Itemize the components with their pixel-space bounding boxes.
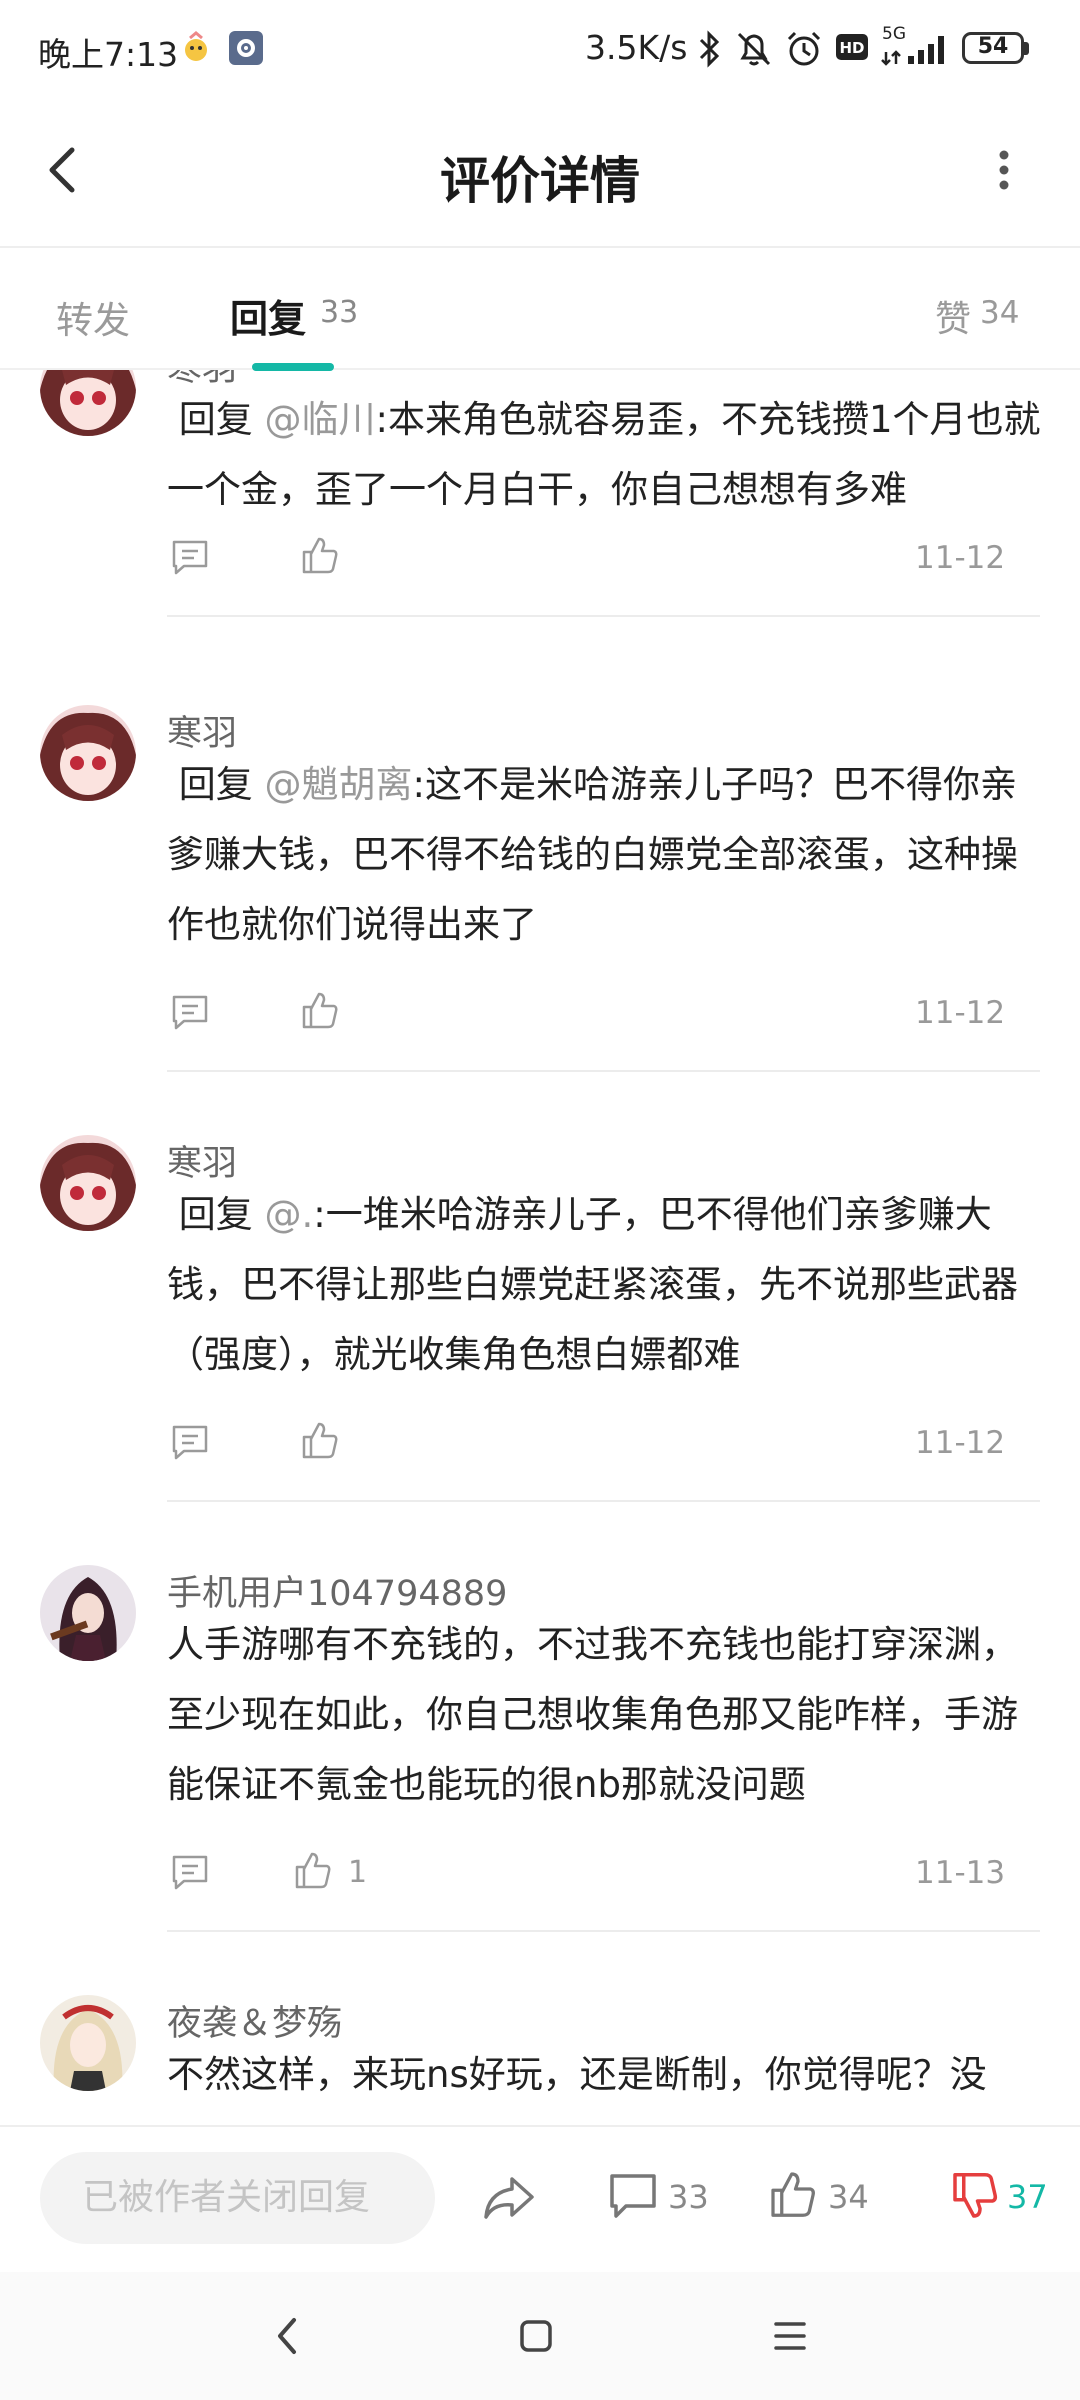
- mention-link[interactable]: @临川: [265, 398, 376, 441]
- comment-username[interactable]: 寒羽: [167, 1135, 237, 1186]
- comment-icon[interactable]: [170, 537, 210, 577]
- reply-input-disabled: 已被作者关闭回复: [40, 2152, 435, 2244]
- comment-username[interactable]: 夜袭＆梦殇: [167, 1995, 342, 2046]
- more-vertical-icon: [999, 150, 1009, 190]
- comment-icon[interactable]: [170, 1852, 210, 1892]
- like-count: 1: [348, 1855, 368, 1890]
- comment-date: 11-12: [915, 540, 1006, 576]
- reply-prefix: 回复: [178, 1193, 253, 1236]
- comment-text: 回复 @魈胡离:这不是米哈游亲儿子吗？巴不得你亲爹赚大钱，巴不得不给钱的白嫖党全…: [167, 750, 1047, 960]
- comment-username[interactable]: 手机用户104794889: [167, 1565, 507, 1616]
- mention-link[interactable]: @.: [265, 1193, 314, 1236]
- comment-date: 11-12: [915, 1425, 1006, 1461]
- comment-date: 11-12: [915, 995, 1006, 1031]
- comment-divider: [167, 1070, 1040, 1072]
- battery-tip: [1024, 42, 1029, 55]
- like-icon[interactable]: [300, 990, 340, 1030]
- comment-divider: [167, 1500, 1040, 1502]
- tab-likes-count: 34: [980, 295, 1020, 331]
- more-button[interactable]: [984, 140, 1024, 200]
- battery-level: 54: [977, 34, 1009, 59]
- comment-item: 手机用户104794889 人手游哪有不充钱的，不过我不充钱也能打穿深渊，至少现…: [0, 1565, 1080, 1995]
- like-total: 34: [828, 2178, 869, 2216]
- status-time: 晚上7:13: [38, 35, 179, 74]
- comment-list[interactable]: 寒羽 回复 @临川:本来角色就容易歪，不充钱攒1个月也就一个金，歪了一个月白干，…: [0, 370, 1080, 2125]
- hd-icon: HD: [836, 34, 868, 60]
- comment-icon[interactable]: [170, 992, 210, 1032]
- comment-divider: [167, 615, 1040, 617]
- reply-prefix: 回复: [178, 763, 253, 806]
- like-icon[interactable]: [300, 1420, 340, 1460]
- share-icon[interactable]: [482, 2173, 536, 2223]
- comment-total: 33: [668, 2178, 709, 2216]
- comment-username[interactable]: 寒羽: [167, 705, 237, 756]
- tab-likes-label: 赞: [935, 299, 972, 340]
- user-avatar[interactable]: [40, 1995, 136, 2091]
- comment-text: 回复 @临川:本来角色就容易歪，不充钱攒1个月也就一个金，歪了一个月白干，你自己…: [167, 385, 1047, 525]
- comment-date: 11-13: [915, 1855, 1006, 1891]
- nav-menu-icon[interactable]: [768, 2314, 812, 2358]
- comment-body: 不然这样，来玩ns好玩，还是断制，你觉得呢？没: [167, 2053, 987, 2096]
- comment-item: 夜袭＆梦殇 不然这样，来玩ns好玩，还是断制，你觉得呢？没: [0, 1995, 1080, 2125]
- tab-bar: 转发 回复 33 赞 34: [0, 248, 1080, 371]
- like-icon[interactable]: [293, 1850, 333, 1890]
- cell-signal-icon: [881, 36, 944, 66]
- nav-back-icon[interactable]: [268, 2312, 308, 2360]
- user-avatar[interactable]: [40, 370, 136, 436]
- thumbs-down-icon: [953, 2173, 998, 2218]
- user-avatar[interactable]: [40, 1565, 136, 1661]
- tab-reply-label: 回复: [230, 297, 307, 341]
- avatar-image: [40, 1565, 136, 1661]
- comment-text: 回复 @.:一堆米哈游亲儿子，巴不得他们亲爹赚大钱，巴不得让那些白嫖党赶紧滚蛋，…: [167, 1180, 1047, 1390]
- mute-bell-icon: [737, 32, 771, 66]
- app-header: 评价详情: [0, 96, 1080, 248]
- reply-prefix: 回复: [178, 398, 253, 441]
- comment-divider: [167, 1930, 1040, 1932]
- comment-item: 寒羽 回复 @.:一堆米哈游亲儿子，巴不得他们亲爹赚大钱，巴不得让那些白嫖党赶紧…: [0, 1135, 1080, 1565]
- avatar-image: [40, 705, 136, 801]
- comment-body: 人手游哪有不充钱的，不过我不充钱也能打穿深渊，至少现在如此，你自己想收集角色那又…: [167, 1623, 1018, 1806]
- network-speed: 3.5K/s: [585, 28, 688, 67]
- page-title: 评价详情: [440, 152, 640, 210]
- comment-icon[interactable]: [170, 1422, 210, 1462]
- user-avatar[interactable]: [40, 705, 136, 801]
- avatar-image: [40, 1135, 136, 1231]
- comment-text: 人手游哪有不充钱的，不过我不充钱也能打穿深渊，至少现在如此，你自己想收集角色那又…: [167, 1610, 1047, 1820]
- svg-text:HD: HD: [839, 39, 864, 57]
- dislike-total: 37: [1007, 2178, 1048, 2216]
- like-icon[interactable]: [300, 535, 340, 575]
- alarm-icon: [787, 31, 821, 66]
- app-notification-icon: [185, 31, 207, 61]
- comment-item: 寒羽 回复 @魈胡离:这不是米哈游亲儿子吗？巴不得你亲爹赚大钱，巴不得不给钱的白…: [0, 705, 1080, 1135]
- bluetooth-icon: [699, 30, 720, 68]
- status-bar: 晚上7:13 3.5K/s HD 5G 54: [0, 0, 1080, 96]
- tab-reply-count: 33: [320, 295, 359, 330]
- bottom-action-bar: 已被作者关闭回复 33 34 37: [0, 2125, 1080, 2272]
- avatar-image: [40, 1995, 136, 2091]
- system-nav-bar: [0, 2272, 1080, 2400]
- comment-text: 不然这样，来玩ns好玩，还是断制，你觉得呢？没: [167, 2040, 1047, 2110]
- avatar-image: [40, 370, 136, 436]
- user-avatar[interactable]: [40, 1135, 136, 1231]
- mention-link[interactable]: @魈胡离: [265, 763, 413, 806]
- tab-forward[interactable]: 转发: [56, 290, 130, 344]
- comment-bubble-icon: [610, 2174, 656, 2218]
- thumbs-up-icon: [771, 2172, 815, 2217]
- settings-notification-icon: [229, 31, 263, 65]
- nav-home-icon[interactable]: [516, 2314, 556, 2358]
- battery-icon: 54: [962, 32, 1024, 64]
